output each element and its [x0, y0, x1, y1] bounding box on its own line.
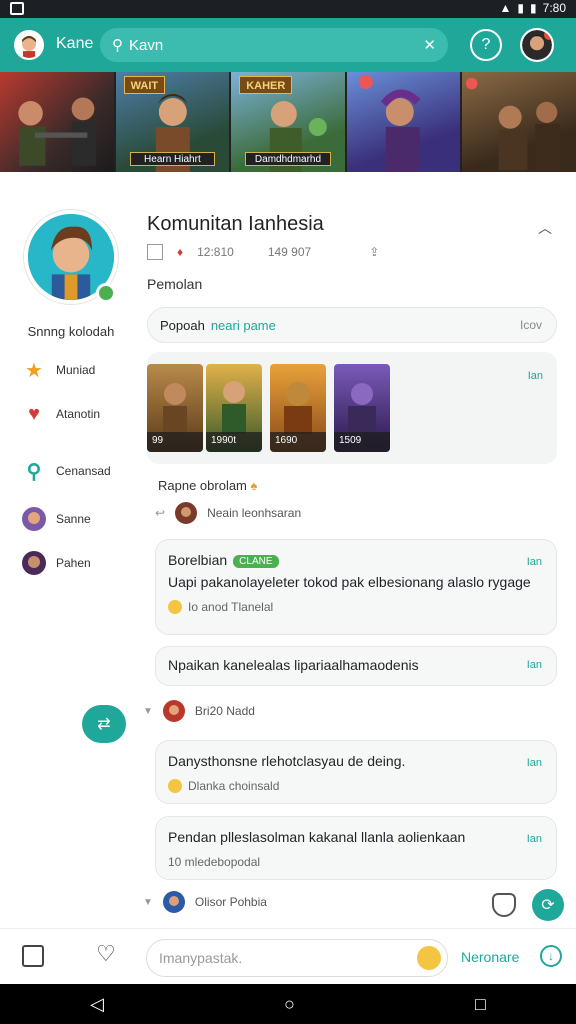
gallery-thumb[interactable]: 1509 [334, 364, 390, 452]
bag-icon: ♠ [250, 478, 258, 493]
badges-icon: ♦ [177, 245, 184, 259]
page-title: Komunitan Ianhesia [147, 213, 324, 235]
gallery-thumb[interactable]: 1690 [270, 364, 326, 452]
thread-caption: Rapne obrolam ♠ [158, 478, 258, 493]
banner-tile[interactable] [346, 72, 461, 172]
notification-icon [10, 2, 24, 15]
user-avatar-icon[interactable] [520, 28, 554, 62]
clear-icon[interactable]: ✕ [423, 36, 436, 54]
smile-icon [168, 600, 182, 614]
signal-icon: ▮ [517, 1, 525, 15]
profile-avatar-icon[interactable] [14, 30, 44, 60]
refresh-icon[interactable]: ⟳ [532, 889, 564, 921]
community-description: Pemolan [147, 276, 203, 292]
smile-icon [168, 779, 182, 793]
sidebar-item-atanotin[interactable]: ♥ Atanotin [22, 402, 100, 426]
search-people-icon: ⚲ [26, 460, 42, 483]
recents-icon[interactable]: □ [475, 994, 486, 1015]
status-badge: CLANE [233, 554, 279, 568]
members-icon [147, 244, 163, 260]
composer-bar: ♡ Imanypastak. Neronare ↓ [0, 928, 576, 984]
message-card[interactable]: Pendan plleslasolman kakanal llanla aoli… [155, 816, 557, 880]
app-name: Kane [56, 35, 94, 52]
gallery-thumb[interactable]: 1990t [206, 364, 262, 452]
heart-gem-icon: ♥ [28, 402, 40, 425]
banner-tile[interactable]: WAIT Hearn Hiahrt [115, 72, 230, 172]
banner-tile[interactable]: KAHER Damdhdmarhd [231, 72, 345, 172]
search-icon: ⚲ [112, 37, 123, 54]
sidebar-item-cenansad[interactable]: ⚲ Cenansad [22, 459, 111, 483]
avatar [175, 502, 198, 524]
banner-tile[interactable] [0, 72, 114, 172]
emoji-icon[interactable] [417, 946, 441, 970]
star-icon: ★ [25, 359, 43, 382]
home-nav-icon[interactable]: ○ [284, 994, 295, 1015]
chevron-up-icon[interactable]: ︿ [538, 218, 552, 238]
help-icon[interactable]: ? [470, 29, 502, 61]
search-input[interactable]: ⚲ Kavn ✕ [100, 28, 448, 62]
gallery-thumb[interactable]: 99 [147, 364, 203, 452]
home-icon[interactable] [22, 945, 44, 967]
banner-tile[interactable] [462, 72, 576, 172]
heart-icon[interactable]: ♡ [96, 941, 116, 967]
avatar [22, 507, 46, 531]
back-icon[interactable]: ◁ [90, 994, 104, 1015]
avatar [162, 891, 185, 913]
share-icon[interactable]: ⇪ [369, 245, 379, 259]
username: Snnng kolodah [27, 324, 115, 339]
wifi-icon: ▲ [499, 1, 512, 15]
reply-icon: ↩ [155, 506, 166, 520]
sidebar-item-sanne[interactable]: Sanne [22, 507, 91, 531]
message-card[interactable]: Danysthonsne rlehotclasyau de deing. Dla… [155, 740, 557, 804]
message-card[interactable]: Borelbian CLANE Uapi pakanolayeleter toko… [155, 539, 557, 635]
message-input[interactable]: Imanypastak. [146, 939, 448, 977]
clock: 7:80 [542, 1, 566, 15]
online-badge [96, 283, 116, 303]
send-button[interactable]: Neronare [461, 949, 519, 965]
chevron-down-icon: ▼ [143, 705, 153, 717]
top-app-bar: Kane ⚲ Kavn ✕ ? [0, 18, 576, 72]
media-gallery: 99 1990t 1690 1509 Ian [147, 352, 557, 464]
shield-icon[interactable] [492, 893, 516, 917]
message-card[interactable]: Npaikan kanelealas lipariaalhamaodenis I… [155, 646, 557, 686]
system-nav-bar: ◁ ○ □ [0, 984, 576, 1024]
swap-fab-button[interactable]: ⇄ [82, 705, 126, 743]
reply-context: ↩ Neain leonhsaran [155, 502, 301, 524]
sidebar-item-muniad[interactable]: ★ Muniad [22, 358, 95, 382]
download-icon[interactable]: ↓ [540, 945, 562, 967]
sidebar-item-pahen[interactable]: Pahen [22, 551, 91, 575]
pinned-post[interactable]: Popoah neari pame Icov [147, 307, 557, 343]
avatar [22, 551, 46, 575]
sender-row: ▼ Olisor Pohbia [143, 891, 267, 913]
avatar [162, 700, 185, 722]
battery-icon: ▮ [530, 1, 537, 15]
game-banner: WAIT Hearn Hiahrt KAHER Damdhdmarhd [0, 72, 576, 172]
chevron-down-icon: ▼ [143, 896, 153, 908]
community-stats: ♦ 12:810 149 907 ⇪ [147, 244, 379, 260]
sender-row: ▼ Bri20 Nadd [143, 700, 255, 722]
status-bar: ▲ ▮ ▮ 7:80 [0, 0, 576, 18]
